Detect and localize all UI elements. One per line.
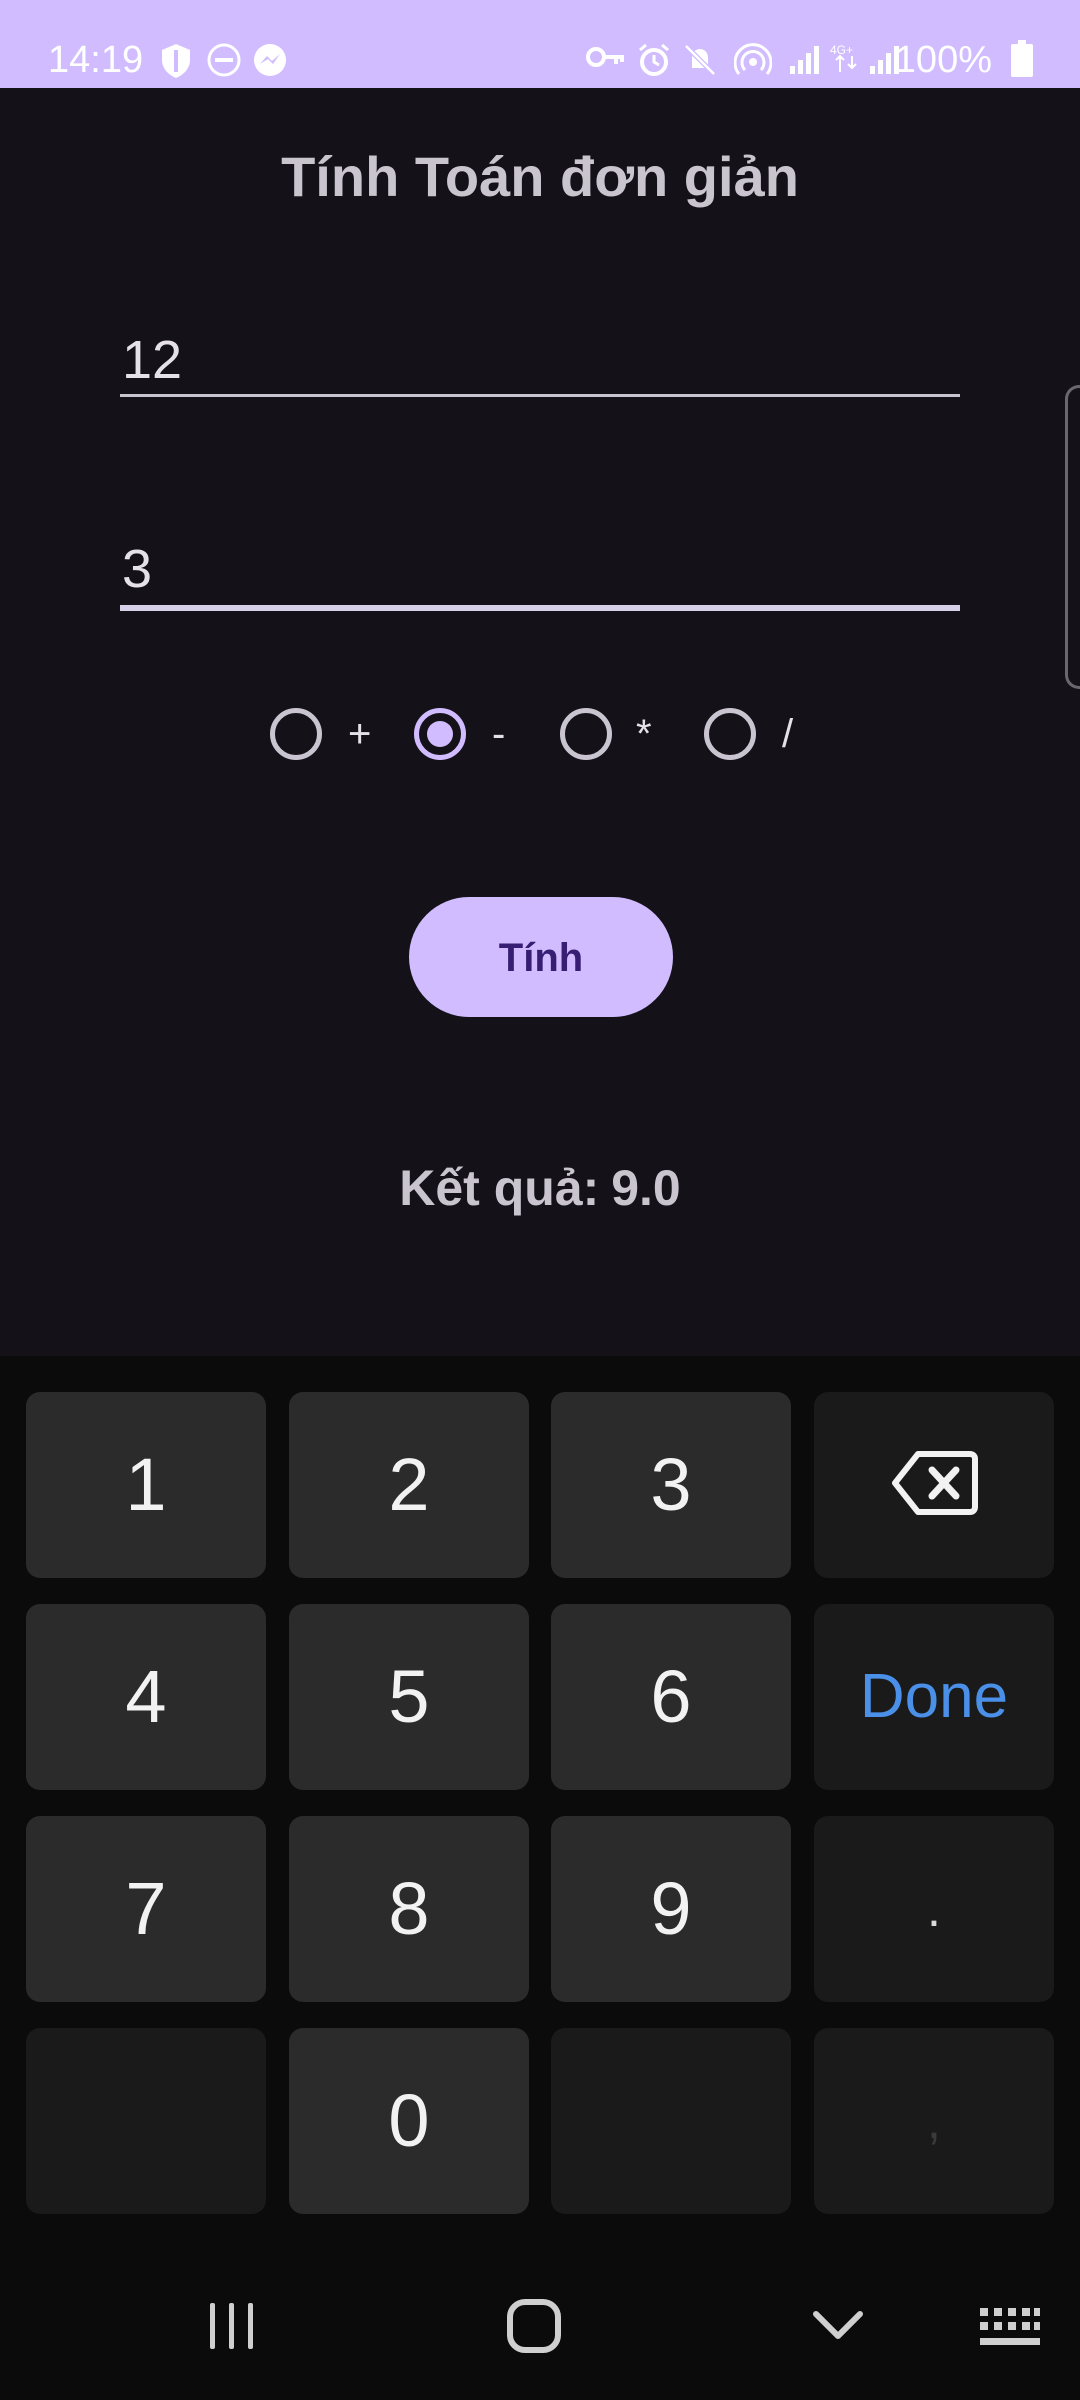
dot-key[interactable]: .	[814, 1816, 1054, 2002]
backspace-icon	[892, 1451, 978, 1515]
vpn-key-icon	[586, 47, 624, 67]
mute-icon	[684, 44, 716, 76]
radio-subtract[interactable]	[414, 708, 466, 760]
key-5[interactable]: 5	[289, 1604, 529, 1790]
comma-key[interactable]: ,	[814, 2028, 1054, 2214]
svg-text:4G+: 4G+	[830, 43, 853, 57]
radio-multiply-label: *	[636, 712, 652, 756]
empty-key-right	[551, 2028, 791, 2214]
do-not-disturb-icon	[207, 43, 241, 77]
edge-panel-handle[interactable]	[1065, 385, 1080, 689]
4g-signal-icon: 4G+	[830, 43, 857, 72]
status-bar: 14:19 4G+ 100%	[0, 0, 1080, 88]
result-label: Kết quả:	[399, 1160, 600, 1216]
backspace-key[interactable]	[814, 1392, 1054, 1578]
shield-icon	[162, 44, 190, 78]
signal-icon	[790, 46, 819, 74]
key-1[interactable]: 1	[26, 1392, 266, 1578]
hotspot-icon	[734, 43, 772, 75]
back-icon[interactable]	[810, 2306, 866, 2346]
home-icon[interactable]	[506, 2298, 562, 2354]
numeric-keyboard: 1 2 3 4 5 6 Done 7 8 9 . 0 ,	[0, 1356, 1080, 2236]
done-key[interactable]: Done	[814, 1604, 1054, 1790]
result-value: 9.0	[611, 1160, 681, 1216]
key-9[interactable]: 9	[551, 1816, 791, 2002]
operation-radio-group: + - * /	[0, 708, 1080, 778]
radio-add-label: +	[348, 712, 372, 756]
key-7[interactable]: 7	[26, 1816, 266, 2002]
key-2[interactable]: 2	[289, 1392, 529, 1578]
alarm-icon	[639, 43, 669, 76]
radio-divide[interactable]	[704, 708, 756, 760]
key-6[interactable]: 6	[551, 1604, 791, 1790]
navigation-bar	[0, 2236, 1080, 2400]
empty-key-left	[26, 2028, 266, 2214]
recents-icon[interactable]	[206, 2300, 258, 2352]
first-number-input[interactable]	[120, 325, 960, 397]
radio-multiply[interactable]	[560, 708, 612, 760]
calculate-button[interactable]: Tính	[409, 897, 673, 1017]
key-0[interactable]: 0	[289, 2028, 529, 2214]
messenger-icon	[254, 44, 286, 76]
radio-add[interactable]	[270, 708, 322, 760]
radio-subtract-label: -	[492, 712, 506, 756]
battery-icon	[1011, 40, 1033, 77]
result-text: Kết quả: 9.0	[0, 1155, 1080, 1221]
battery-percent: 100%	[894, 39, 992, 81]
key-4[interactable]: 4	[26, 1604, 266, 1790]
keyboard-icon[interactable]	[978, 2306, 1042, 2350]
radio-divide-label: /	[782, 712, 794, 756]
status-time: 14:19	[48, 39, 144, 81]
key-3[interactable]: 3	[551, 1392, 791, 1578]
page-title: Tính Toán đơn giản	[281, 145, 799, 208]
key-8[interactable]: 8	[289, 1816, 529, 2002]
second-number-input[interactable]	[120, 533, 960, 611]
